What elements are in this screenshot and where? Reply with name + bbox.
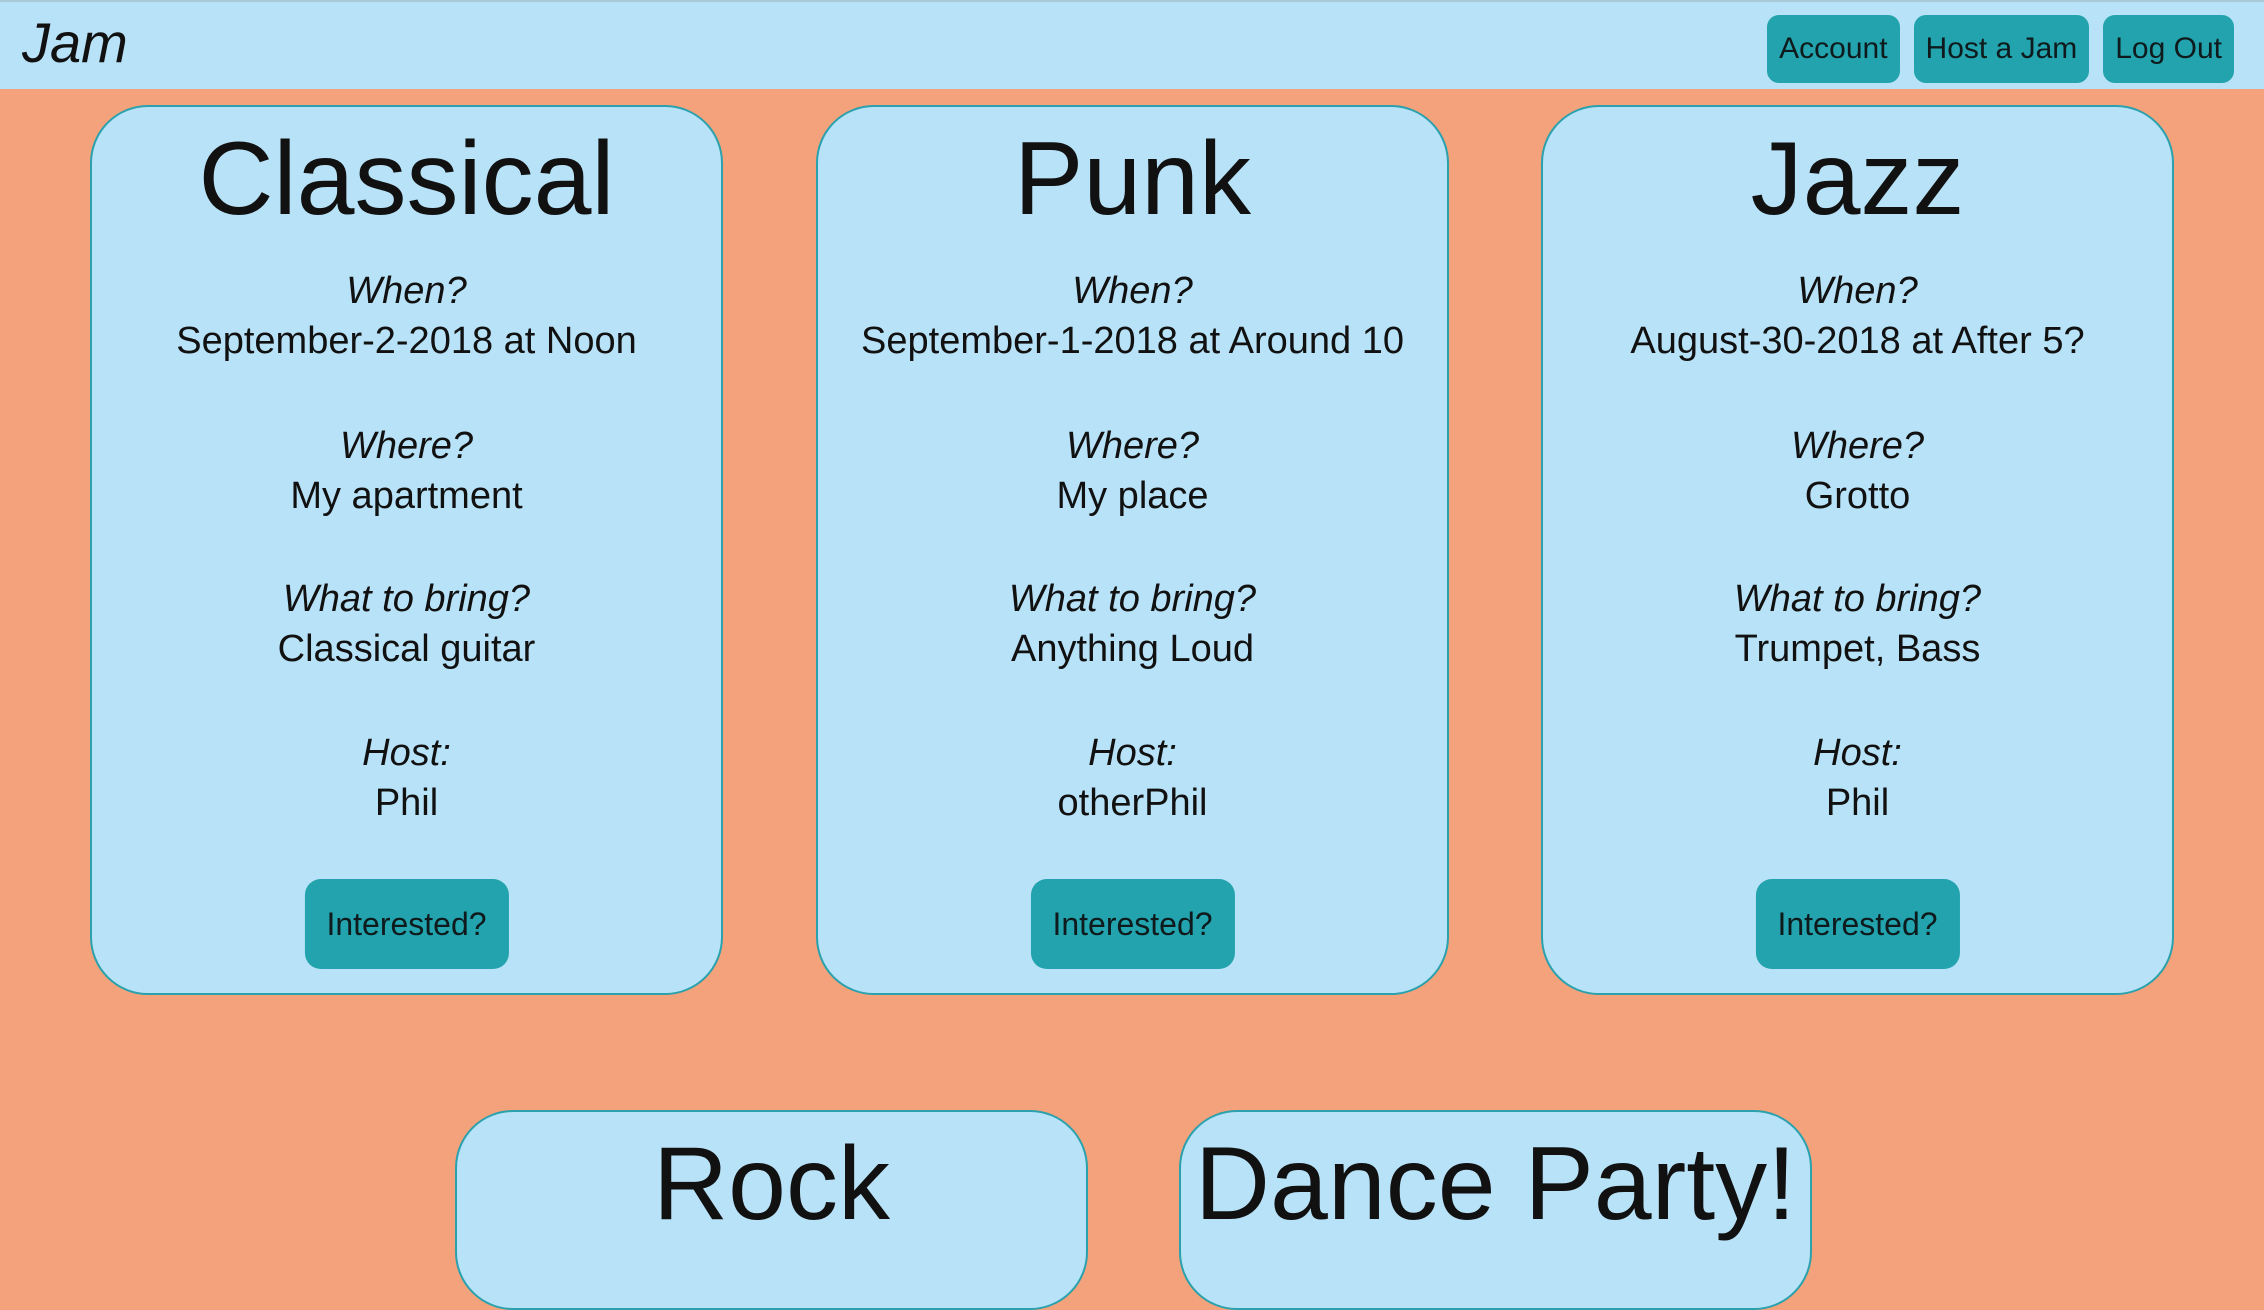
where-label: Where? — [1065, 425, 1200, 467]
where-field: Where? My apartment — [92, 422, 721, 522]
where-value: Grotto — [1804, 475, 1911, 517]
when-field: When? August-30-2018 at After 5? — [1543, 267, 2172, 367]
when-value: September-2-2018 at Noon — [176, 320, 637, 362]
jam-title: Dance Party! — [1194, 1126, 1797, 1242]
account-button[interactable]: Account — [1767, 15, 1900, 83]
where-field: Where? My place — [818, 422, 1447, 522]
where-value: My apartment — [290, 475, 523, 517]
host-value: otherPhil — [1057, 782, 1208, 824]
host-label: Host: — [1813, 732, 1902, 774]
jam-card-punk: Punk When? September-1-2018 at Around 10… — [816, 105, 1449, 995]
host-field: Host: Phil — [92, 729, 721, 829]
host-a-jam-button[interactable]: Host a Jam — [1913, 15, 2090, 83]
jam-card-rock: Rock — [455, 1110, 1088, 1310]
host-label: Host: — [362, 732, 451, 774]
when-value: August-30-2018 at After 5? — [1630, 320, 2085, 362]
brand-logo[interactable]: Jam — [22, 10, 128, 76]
jam-title: Rock — [653, 1126, 890, 1242]
bring-value: Trumpet, Bass — [1734, 628, 1981, 670]
jam-card-dance-party: Dance Party! — [1179, 1110, 1812, 1310]
jam-title: Punk — [1013, 121, 1252, 237]
where-label: Where? — [1790, 425, 1925, 467]
interested-button[interactable]: Interested? — [1755, 879, 1960, 969]
host-value: Phil — [1825, 782, 1890, 824]
when-field: When? September-1-2018 at Around 10 — [818, 267, 1447, 367]
interested-button[interactable]: Interested? — [304, 879, 509, 969]
bring-field: What to bring? Classical guitar — [92, 575, 721, 675]
log-out-button[interactable]: Log Out — [2103, 15, 2234, 83]
when-field: When? September-2-2018 at Noon — [92, 267, 721, 367]
interested-button[interactable]: Interested? — [1030, 879, 1235, 969]
host-label: Host: — [1088, 732, 1177, 774]
bring-field: What to bring? Trumpet, Bass — [1543, 575, 2172, 675]
bring-value: Anything Loud — [1011, 628, 1254, 670]
host-field: Host: Phil — [1543, 729, 2172, 829]
when-label: When? — [1797, 270, 1918, 312]
host-value: Phil — [374, 782, 439, 824]
jam-card-classical: Classical When? September-2-2018 at Noon… — [90, 105, 723, 995]
navbar: Jam Account Host a Jam Log Out — [0, 0, 2264, 89]
when-value: September-1-2018 at Around 10 — [861, 320, 1404, 362]
bring-label: What to bring? — [1733, 578, 1982, 620]
where-value: My place — [1056, 475, 1209, 517]
bring-field: What to bring? Anything Loud — [818, 575, 1447, 675]
bring-value: Classical guitar — [277, 628, 536, 670]
bring-label: What to bring? — [282, 578, 531, 620]
jam-title: Jazz — [1750, 121, 1965, 237]
where-label: Where? — [339, 425, 474, 467]
when-label: When? — [1072, 270, 1193, 312]
jam-title: Classical — [198, 121, 615, 237]
host-field: Host: otherPhil — [818, 729, 1447, 829]
jam-card-jazz: Jazz When? August-30-2018 at After 5? Wh… — [1541, 105, 2174, 995]
where-field: Where? Grotto — [1543, 422, 2172, 522]
bring-label: What to bring? — [1008, 578, 1257, 620]
when-label: When? — [346, 270, 467, 312]
nav-buttons: Account Host a Jam Log Out — [1767, 15, 2234, 83]
